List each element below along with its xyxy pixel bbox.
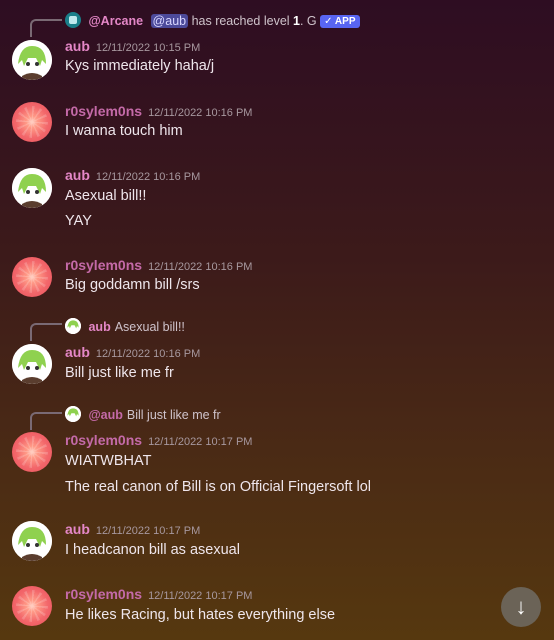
message-text: Big goddamn bill /srs — [65, 277, 200, 293]
message-text: Bill just like me fr — [65, 365, 174, 381]
avatar-r0sylem0ns[interactable] — [12, 586, 52, 626]
author-name[interactable]: r0sylem0ns — [65, 432, 142, 448]
author-name[interactable]: r0sylem0ns — [65, 257, 142, 273]
reply-connector — [30, 412, 62, 430]
author-name[interactable]: aub — [65, 38, 90, 54]
reply-preview[interactable]: @aub Bill just like me fr — [65, 406, 221, 422]
reply-preview[interactable]: @Arcane @aub has reached level 1. G ✓ AP… — [65, 12, 360, 28]
timestamp: 12/11/2022 10:17 PM — [148, 436, 253, 448]
message-header: aub 12/11/2022 10:17 PM — [65, 521, 200, 539]
avatar-r0sylem0ns[interactable] — [12, 257, 52, 297]
message-text: WIATWBHAT — [65, 453, 152, 469]
message-header: r0sylem0ns 12/11/2022 10:17 PM — [65, 586, 252, 604]
reply-avatar — [65, 318, 81, 334]
reply-text: Asexual bill!! — [114, 320, 185, 334]
timestamp: 12/11/2022 10:16 PM — [95, 348, 201, 360]
reply-text: Bill just like me fr — [126, 408, 221, 422]
reply-preview[interactable]: aub Asexual bill!! — [65, 318, 185, 334]
message-header: aub 12/11/2022 10:16 PM — [65, 344, 200, 362]
message-text: I wanna touch him — [65, 123, 183, 139]
timestamp: 12/11/2022 10:16 PM — [148, 261, 253, 273]
author-name[interactable]: r0sylem0ns — [65, 103, 142, 119]
message-text: Kys immediately haha/j — [65, 58, 215, 74]
author-name[interactable]: aub — [65, 521, 90, 537]
message-header: r0sylem0ns 12/11/2022 10:16 PM — [65, 103, 252, 121]
message-header: aub 12/11/2022 10:15 PM — [65, 38, 200, 56]
timestamp: 12/11/2022 10:17 PM — [95, 525, 201, 537]
message-text: The real canon of Bill is on Official Fi… — [65, 479, 371, 495]
arcane-bot-icon — [65, 12, 81, 28]
timestamp: 12/11/2022 10:15 PM — [95, 42, 201, 54]
jump-to-bottom-button[interactable]: ↓ — [501, 587, 541, 627]
avatar-aub[interactable] — [12, 168, 52, 208]
timestamp: 12/11/2022 10:17 PM — [148, 590, 253, 602]
reply-text: has reached level — [188, 14, 294, 28]
timestamp: 12/11/2022 10:16 PM — [95, 171, 201, 183]
timestamp: 12/11/2022 10:16 PM — [148, 107, 253, 119]
avatar-aub[interactable] — [12, 344, 52, 384]
author-name[interactable]: r0sylem0ns — [65, 586, 142, 602]
reply-connector — [30, 19, 62, 37]
avatar-aub[interactable] — [12, 40, 52, 80]
avatar-r0sylem0ns[interactable] — [12, 102, 52, 142]
author-name[interactable]: aub — [65, 344, 90, 360]
author-name[interactable]: aub — [65, 167, 90, 183]
reply-author[interactable]: aub — [88, 320, 110, 334]
reply-author[interactable]: @aub — [88, 408, 122, 422]
mention-aub[interactable]: @aub — [150, 14, 189, 28]
message-header: aub 12/11/2022 10:16 PM — [65, 167, 200, 185]
arrow-down-icon: ↓ — [515, 594, 527, 619]
avatar-aub[interactable] — [12, 521, 52, 561]
reply-connector — [30, 323, 62, 341]
message-header: r0sylem0ns 12/11/2022 10:17 PM — [65, 432, 252, 450]
reply-level: 1 — [293, 14, 300, 28]
message-text: Asexual bill!! — [65, 188, 147, 204]
message-text: He likes Racing, but hates everything el… — [65, 607, 336, 623]
reply-author[interactable]: @Arcane — [88, 14, 143, 28]
reply-avatar — [65, 406, 81, 422]
message-text: I headcanon bill as asexual — [65, 542, 240, 558]
reply-tail: . G — [299, 14, 317, 28]
app-badge: ✓ APP — [320, 15, 360, 28]
avatar-r0sylem0ns[interactable] — [12, 432, 52, 472]
message-header: r0sylem0ns 12/11/2022 10:16 PM — [65, 257, 252, 275]
message-text: YAY — [65, 213, 92, 229]
